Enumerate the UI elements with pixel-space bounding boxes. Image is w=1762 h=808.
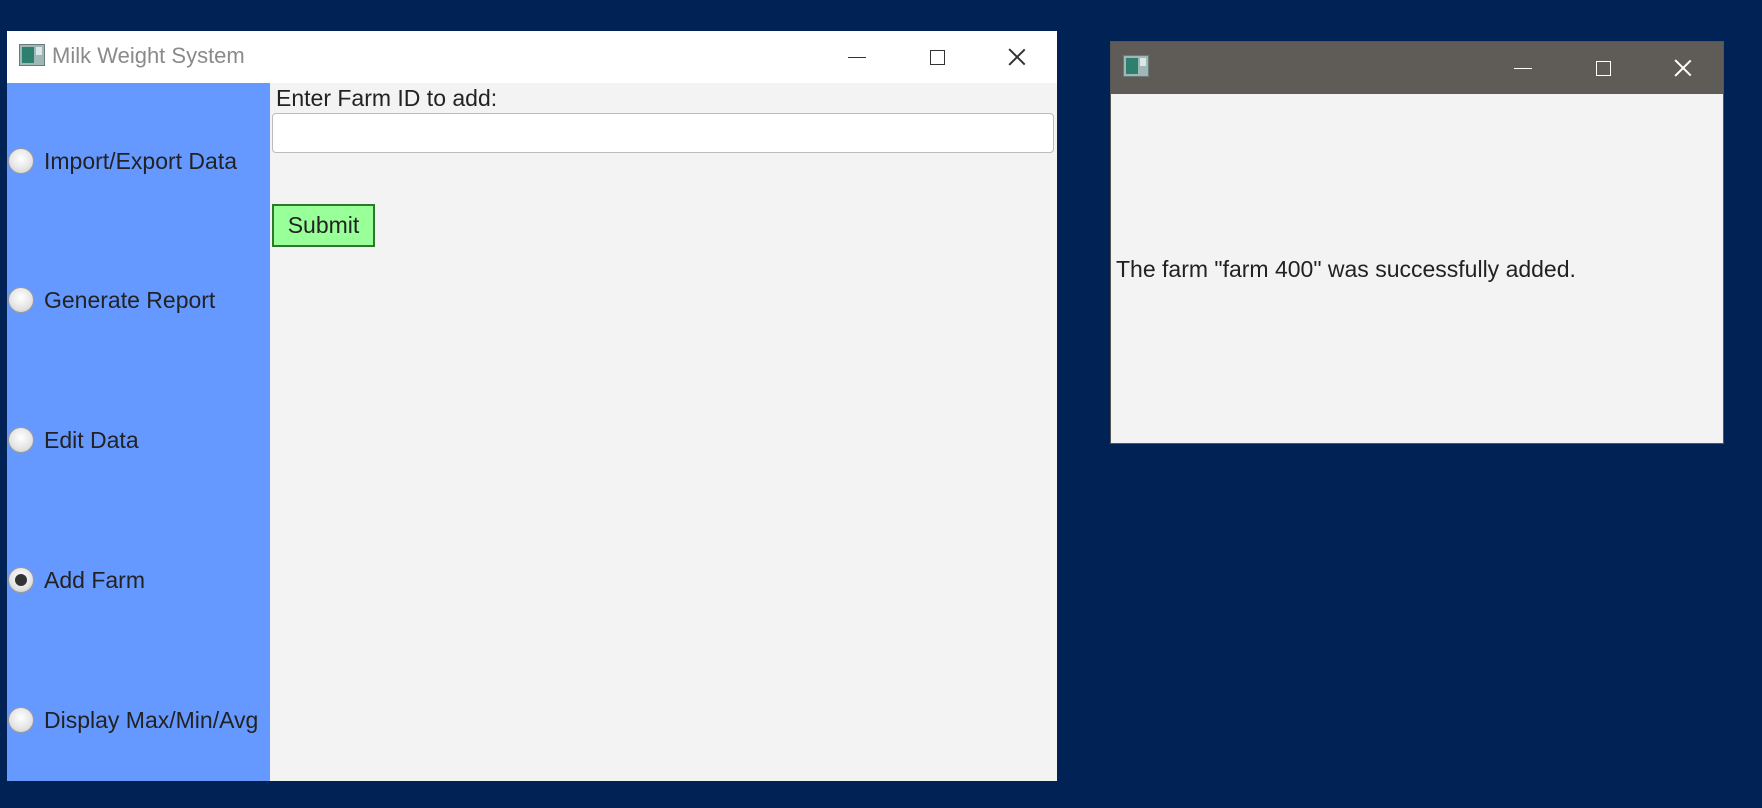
close-icon: [1674, 59, 1692, 77]
close-icon: [1008, 48, 1026, 66]
popup-titlebar[interactable]: [1111, 42, 1723, 94]
radio-button[interactable]: [8, 427, 34, 453]
radio-import-export[interactable]: Import/Export Data: [7, 141, 237, 181]
radio-display-max-min-avg[interactable]: Display Max/Min/Avg: [7, 700, 258, 740]
app-window-icon: [19, 44, 45, 66]
radio-add-farm[interactable]: Add Farm: [7, 560, 145, 600]
submit-button[interactable]: Submit: [272, 204, 375, 247]
maximize-icon: [1595, 60, 1611, 76]
minimize-button[interactable]: [817, 31, 897, 83]
minimize-icon: [848, 56, 866, 58]
radio-button-selected[interactable]: [8, 567, 34, 593]
radio-label: Generate Report: [44, 286, 216, 313]
radio-label: Edit Data: [44, 426, 139, 453]
minimize-button[interactable]: [1483, 42, 1563, 94]
farm-id-prompt: Enter Farm ID to add:: [276, 85, 498, 111]
radio-button[interactable]: [8, 287, 34, 313]
close-button[interactable]: [977, 31, 1057, 83]
maximize-button[interactable]: [897, 31, 977, 83]
minimize-icon: [1514, 67, 1532, 69]
app-window-icon: [1123, 55, 1149, 77]
farm-id-input[interactable]: [272, 113, 1054, 153]
radio-label: Add Farm: [44, 566, 145, 593]
radio-edit-data[interactable]: Edit Data: [7, 420, 139, 460]
radio-generate-report[interactable]: Generate Report: [7, 280, 215, 320]
maximize-button[interactable]: [1563, 42, 1643, 94]
radio-label: Display Max/Min/Avg: [44, 706, 259, 733]
radio-button[interactable]: [8, 148, 34, 174]
window-title: Milk Weight System: [52, 43, 245, 68]
main-window: Milk Weight System Import/Export Data Ge…: [7, 31, 1057, 781]
maximize-icon: [929, 49, 945, 65]
main-window-titlebar[interactable]: Milk Weight System: [7, 31, 1057, 83]
radio-button[interactable]: [8, 707, 34, 733]
sidebar: Import/Export Data Generate Report Edit …: [7, 83, 270, 781]
content-panel: Enter Farm ID to add: Submit: [270, 83, 1057, 781]
close-button[interactable]: [1643, 42, 1723, 94]
popup-window: The farm "farm 400" was successfully add…: [1110, 41, 1724, 444]
success-message: The farm "farm 400" was successfully add…: [1116, 256, 1576, 282]
radio-label: Import/Export Data: [44, 147, 238, 174]
